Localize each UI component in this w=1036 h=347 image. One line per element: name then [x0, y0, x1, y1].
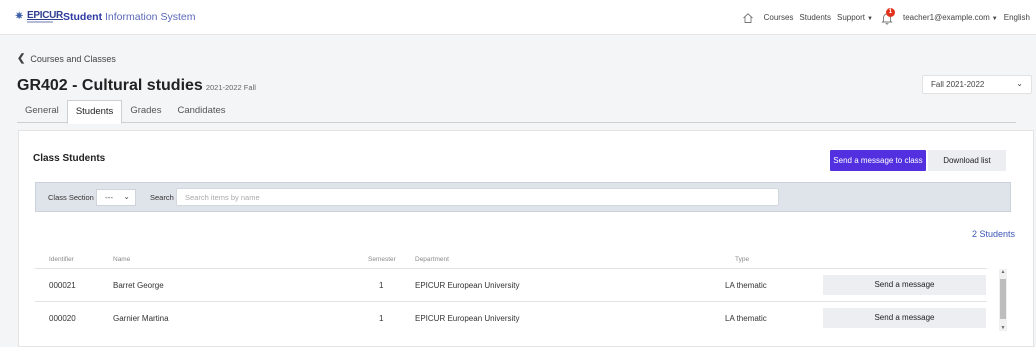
- tab-students[interactable]: Students: [66, 100, 123, 124]
- chevron-down-icon: ▼: [991, 16, 998, 22]
- tab-candidates[interactable]: Candidates: [169, 100, 233, 123]
- home-icon[interactable]: [742, 12, 754, 24]
- logo-text: EPICUR: [27, 10, 63, 21]
- table-header: Identifier Name Semester Department Type: [35, 256, 987, 267]
- app-title-bold: Student: [63, 11, 103, 23]
- logo-mark-icon: ✷: [15, 11, 24, 22]
- column-header: Department: [415, 256, 449, 263]
- tab-grades[interactable]: Grades: [122, 100, 169, 123]
- class-section-select[interactable]: --- ⌄: [96, 189, 136, 206]
- download-list-button[interactable]: Download list: [928, 150, 1006, 171]
- term-select-value: Fall 2021-2022: [931, 80, 985, 89]
- search-input[interactable]: Search items by name: [176, 188, 779, 206]
- course-title: GR402 - Cultural studies: [17, 77, 203, 94]
- cell-type: LA thematic: [725, 314, 767, 323]
- send-message-button[interactable]: Send a message: [823, 275, 986, 295]
- nav-support[interactable]: Support ▼: [837, 13, 873, 22]
- scroll-up-icon[interactable]: ▲: [1000, 269, 1006, 275]
- notifications-button[interactable]: 1: [881, 7, 895, 25]
- notification-badge: 1: [885, 7, 895, 17]
- back-link-label: Courses and Classes: [30, 53, 116, 64]
- top-nav-links: Courses Students Support ▼ 1 teacher1@exa…: [742, 0, 1036, 35]
- top-navbar: ✷ EPICUR Student Information System Cour…: [0, 0, 1036, 35]
- filter-bar: Class Section --- ⌄ Search Search items …: [35, 182, 1011, 212]
- cell-type: LA thematic: [725, 281, 767, 290]
- cell-identifier: 000020: [49, 314, 76, 323]
- nav-students[interactable]: Students: [799, 13, 831, 22]
- panel-title: Class Students: [33, 153, 106, 164]
- table-scrollbar[interactable]: ▲ ▼: [999, 269, 1007, 331]
- column-header: Name: [113, 256, 131, 263]
- chevron-down-icon: ⌄: [1016, 79, 1023, 88]
- app-title-rest: Information System: [102, 11, 196, 23]
- table-row: 000020 Garnier Martina 1 EPICUR European…: [35, 301, 987, 333]
- nav-courses[interactable]: Courses: [764, 13, 794, 22]
- language-menu[interactable]: English: [1004, 13, 1030, 22]
- scroll-thumb[interactable]: [1000, 279, 1006, 319]
- scroll-down-icon[interactable]: ▼: [1000, 325, 1006, 331]
- cell-identifier: 000021: [49, 281, 76, 290]
- cell-department: EPICUR European University: [415, 281, 520, 290]
- cell-name: Barret George: [113, 281, 164, 290]
- search-label: Search: [150, 193, 174, 202]
- term-select[interactable]: Fall 2021-2022 ⌄: [922, 75, 1032, 94]
- chevron-down-icon: ▼: [867, 16, 873, 22]
- table-row: 000021 Barret George 1 EPICUR European U…: [35, 268, 987, 300]
- cell-name: Garnier Martina: [113, 314, 169, 323]
- chevron-down-icon: ⌄: [123, 192, 130, 201]
- send-message-to-class-button[interactable]: Send a message to class: [830, 150, 926, 171]
- class-section-value: ---: [105, 193, 113, 202]
- cell-semester: 1: [379, 314, 384, 323]
- column-header: Semester: [368, 256, 396, 263]
- course-tabs: General Students Grades Candidates: [17, 100, 1016, 124]
- send-message-button[interactable]: Send a message: [823, 308, 986, 328]
- class-students-panel: Class Students Send a message to class D…: [18, 130, 1034, 347]
- cell-department: EPICUR European University: [415, 314, 520, 323]
- logo-tagline: [27, 21, 53, 23]
- epicur-logo[interactable]: ✷ EPICUR: [15, 10, 63, 24]
- column-header: Identifier: [49, 256, 74, 263]
- cell-semester: 1: [379, 281, 384, 290]
- user-menu[interactable]: teacher1@example.com ▼: [903, 13, 998, 22]
- tab-general[interactable]: General: [17, 100, 67, 123]
- back-link[interactable]: ❮ Courses and Classes: [17, 53, 116, 64]
- course-term: 2021-2022 Fall: [205, 83, 256, 92]
- column-header: Type: [735, 256, 750, 263]
- chevron-left-icon: ❮: [17, 53, 26, 64]
- user-email: teacher1@example.com: [902, 13, 990, 22]
- nav-support-label: Support: [836, 13, 866, 22]
- page-title: GR402 - Cultural studies 2021-2022 Fall: [17, 77, 256, 95]
- student-count: 2 Students: [971, 229, 1015, 239]
- class-section-label: Class Section: [48, 193, 94, 202]
- app-title: Student Information System: [63, 11, 195, 23]
